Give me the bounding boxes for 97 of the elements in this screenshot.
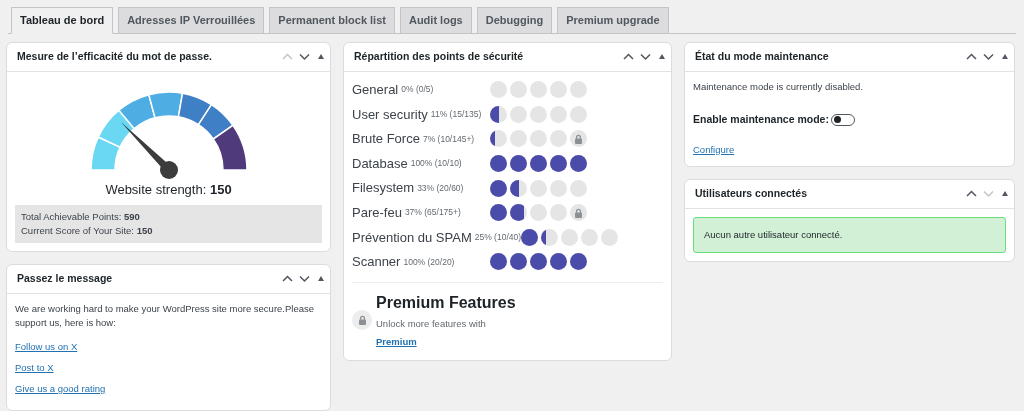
category-name: User security (352, 105, 428, 124)
chevron-down-icon[interactable] (983, 52, 994, 61)
score-dot (490, 81, 507, 99)
lock-icon (574, 207, 583, 218)
panel-title: Mesure de l’efficacité du mot de passe. (17, 48, 213, 64)
category-score: 100% (20/20) (403, 255, 455, 269)
panel-title: Passez le message (17, 270, 114, 286)
panel-title: Utilisateurs connectés (695, 185, 809, 201)
score-dot (541, 228, 559, 246)
score-dot (530, 81, 547, 99)
score-dot (510, 130, 527, 148)
score-dot (570, 105, 587, 123)
lock-icon (357, 315, 367, 326)
chevron-down-icon[interactable] (299, 274, 310, 283)
panel-title: Répartition des points de sécurité (354, 48, 525, 64)
score-dot (561, 228, 579, 246)
link[interactable]: Give us a good rating (15, 383, 106, 395)
tab[interactable]: Premium upgrade (557, 7, 669, 34)
collapse-icon[interactable] (659, 54, 665, 59)
category-score: 7% (10/145+) (422, 132, 475, 146)
collapse-icon[interactable] (318, 276, 324, 282)
chevron-up-icon[interactable] (966, 52, 977, 61)
category-name: Filesystem (352, 179, 415, 198)
category-name: Database (352, 154, 408, 173)
score-dot (510, 105, 527, 123)
score-dot (570, 179, 587, 197)
category-score: 11% (15/135) (430, 108, 482, 121)
stat-line: Current Score of Your Site: 150 (21, 223, 154, 238)
score-dot (530, 155, 547, 173)
score-dot (490, 105, 507, 123)
score-dot (490, 155, 507, 173)
stat-line: Total Achievable Points: 590 (21, 210, 141, 224)
score-dot (490, 179, 507, 197)
category-score: 0% (0/5) (401, 83, 434, 97)
link[interactable]: Post to X (15, 362, 54, 374)
chevron-up-icon[interactable] (623, 52, 634, 61)
score-dot (510, 179, 527, 197)
configure-link[interactable]: Configure (693, 143, 735, 155)
score-dot (530, 130, 547, 148)
category-score: 100% (10/10) (410, 157, 462, 170)
status-text: Maintenance mode is currently disabled. (693, 79, 865, 94)
category-name: Prévention du SPAM (352, 228, 472, 247)
score-dot (581, 228, 599, 246)
collapse-icon[interactable] (1002, 54, 1008, 59)
score-dot (550, 204, 567, 222)
score-dot (550, 253, 567, 271)
toggle-switch[interactable] (831, 113, 855, 126)
score-dot (570, 155, 587, 173)
tab[interactable]: Debugging (476, 7, 553, 34)
premium-text: Unlock more features with (376, 317, 487, 332)
chevron-down-icon[interactable] (299, 52, 310, 61)
category-name: Scanner (352, 253, 401, 272)
score-dot (550, 81, 567, 99)
success-notice: Aucun autre utilisateur connecté. (693, 216, 1006, 253)
category-score: 25% (10/40) (474, 231, 522, 244)
chevron-up-icon[interactable] (282, 274, 293, 283)
score-dot (510, 81, 527, 99)
score-dot (530, 105, 547, 123)
collapse-icon[interactable] (1002, 191, 1008, 196)
chevron-down-icon[interactable] (640, 52, 651, 61)
score-dot (510, 204, 527, 222)
score-dot (570, 81, 587, 99)
category-name: General (352, 81, 399, 100)
tab[interactable]: Audit logs (399, 7, 472, 34)
score-dot (550, 105, 567, 123)
lock-icon (574, 134, 583, 144)
score-dot (550, 155, 567, 173)
panel-title: État du mode maintenance (695, 48, 830, 64)
premium-title: Premium Features (376, 293, 516, 314)
score-dot (550, 179, 567, 197)
chevron-up-icon[interactable] (966, 189, 977, 198)
score-dot (530, 204, 547, 222)
score-dot (570, 253, 587, 271)
category-name: Pare-feu (352, 204, 402, 222)
link[interactable]: Follow us on X (15, 341, 78, 353)
category-score: 33% (20/60) (417, 181, 464, 195)
category-name: Brute Force (352, 130, 420, 149)
message-text: We are working hard to make your WordPress site more secure.Please support us, here is how: (15, 301, 316, 331)
score-dot (521, 228, 539, 246)
score-dot (601, 228, 619, 246)
score-dot (490, 204, 507, 222)
gauge-needle (120, 121, 178, 179)
score-dot (530, 253, 547, 271)
toggle-label: Enable maintenance mode: (693, 111, 830, 127)
score-dot (510, 253, 527, 271)
premium-link[interactable]: Premium (376, 335, 417, 347)
score-dot (490, 253, 507, 271)
strength-label: Website strength: 150 (104, 181, 233, 198)
tab[interactable]: Tableau de bord (11, 7, 114, 34)
score-dot (550, 130, 567, 148)
tab[interactable]: Adresses IP Verrouillées (118, 7, 265, 34)
tab[interactable]: Permanent block list (269, 7, 395, 34)
score-dot (490, 130, 507, 148)
collapse-icon[interactable] (318, 54, 324, 59)
score-dot (510, 155, 527, 173)
score-dot (530, 179, 547, 197)
category-score: 37% (65/175+) (404, 206, 461, 220)
